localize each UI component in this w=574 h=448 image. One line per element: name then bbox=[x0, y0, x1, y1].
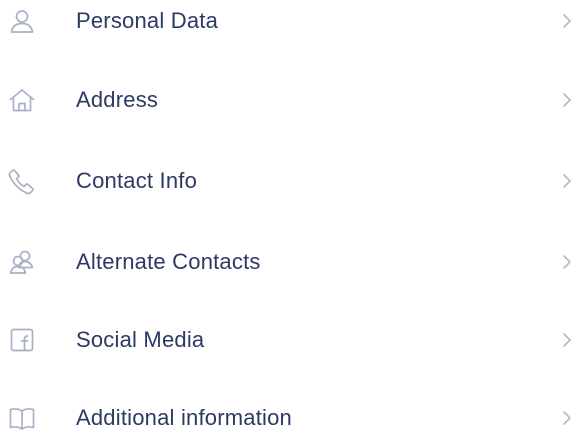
home-icon bbox=[8, 86, 36, 114]
book-icon bbox=[8, 404, 36, 432]
phone-icon bbox=[8, 167, 36, 195]
menu-item-personal-data[interactable]: Personal Data bbox=[0, 0, 574, 51]
contacts-icon bbox=[8, 248, 36, 276]
chevron-right-icon bbox=[562, 332, 572, 348]
menu-item-label: Social Media bbox=[76, 327, 205, 352]
profile-menu: Personal Data Address Contact Info Alter… bbox=[0, 0, 574, 437]
menu-item-contact-info[interactable]: Contact Info bbox=[0, 151, 574, 211]
menu-item-label: Address bbox=[76, 87, 159, 112]
menu-item-address[interactable]: Address bbox=[0, 70, 574, 130]
chevron-right-icon bbox=[562, 254, 572, 270]
menu-item-label: Personal Data bbox=[76, 8, 219, 33]
chevron-right-icon bbox=[562, 92, 572, 108]
menu-item-additional-information[interactable]: Additional information bbox=[0, 388, 574, 448]
menu-item-label: Alternate Contacts bbox=[76, 249, 261, 274]
chevron-right-icon bbox=[562, 410, 572, 426]
facebook-icon bbox=[8, 326, 36, 354]
menu-item-social-media[interactable]: Social Media bbox=[0, 310, 574, 370]
menu-item-label: Contact Info bbox=[76, 168, 198, 193]
chevron-right-icon bbox=[562, 173, 572, 189]
menu-item-label: Additional information bbox=[76, 405, 292, 430]
person-icon bbox=[8, 7, 36, 35]
chevron-right-icon bbox=[562, 13, 572, 29]
menu-item-alternate-contacts[interactable]: Alternate Contacts bbox=[0, 232, 574, 292]
